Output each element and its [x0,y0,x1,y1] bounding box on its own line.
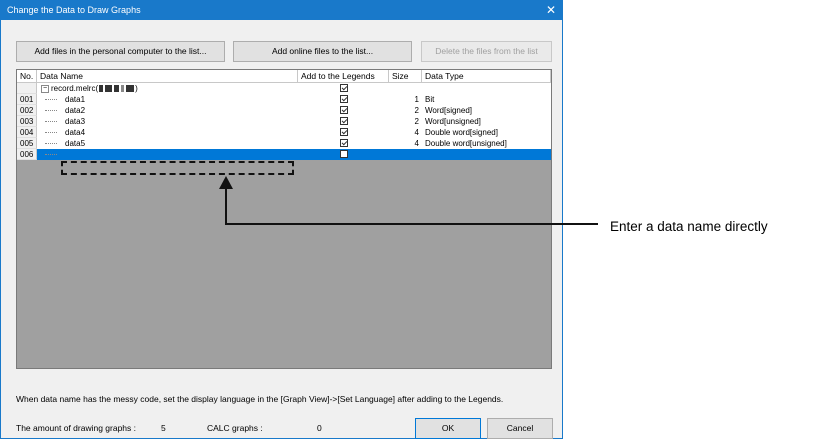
callout-text: Enter a data name directly [610,219,768,234]
